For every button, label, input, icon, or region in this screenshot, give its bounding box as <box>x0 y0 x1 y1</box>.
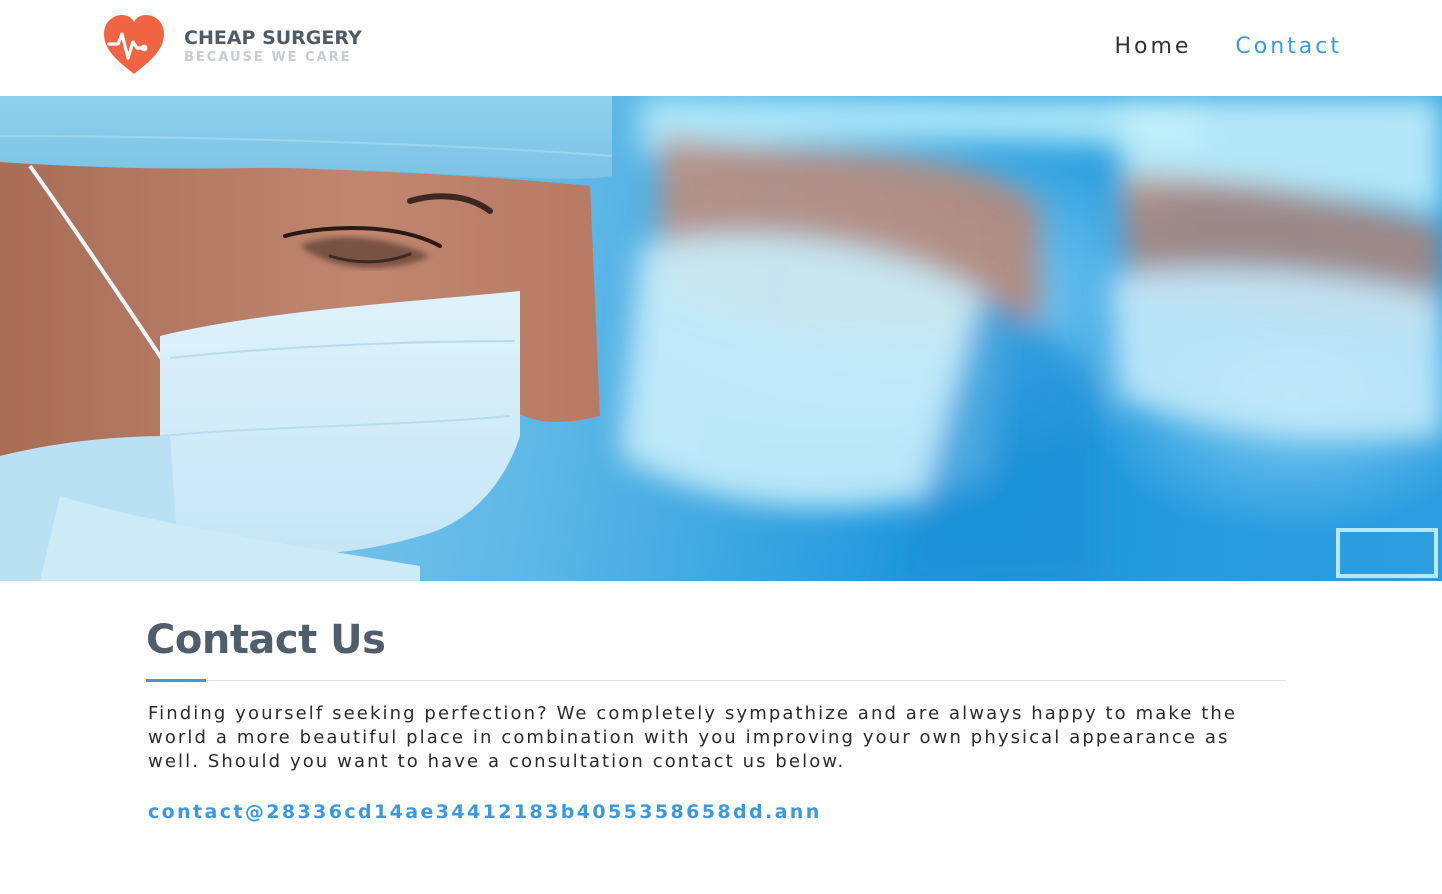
brand-name: CHEAP SURGERY <box>184 26 362 49</box>
brand-tagline: BECAUSE WE CARE <box>184 49 352 65</box>
heart-pulse-icon <box>104 15 164 74</box>
brand-text: CHEAP SURGERY BECAUSE WE CARE <box>184 27 362 66</box>
nav-link-contact[interactable]: Contact <box>1235 30 1342 64</box>
nav-link-home[interactable]: Home <box>1114 30 1191 64</box>
brand-logo-link[interactable]: CHEAP SURGERY BECAUSE WE CARE <box>102 14 362 78</box>
slider-toggle-button[interactable] <box>1336 528 1438 578</box>
main-nav: Home Contact <box>1114 30 1342 64</box>
contact-section: Contact Us Finding yourself seeking perf… <box>146 612 1286 823</box>
title-divider-accent <box>146 679 206 682</box>
title-divider <box>146 679 1286 682</box>
contact-email-link[interactable]: contact@28336cd14ae34412183b4055358658dd… <box>148 801 822 823</box>
page-title: Contact Us <box>146 617 386 663</box>
site-header: CHEAP SURGERY BECAUSE WE CARE Home Conta… <box>0 0 1442 96</box>
intro-paragraph: Finding yourself seeking perfection? We … <box>148 703 1238 772</box>
hero-banner <box>0 96 1442 581</box>
surgeons-in-masks-photo <box>0 96 1442 581</box>
